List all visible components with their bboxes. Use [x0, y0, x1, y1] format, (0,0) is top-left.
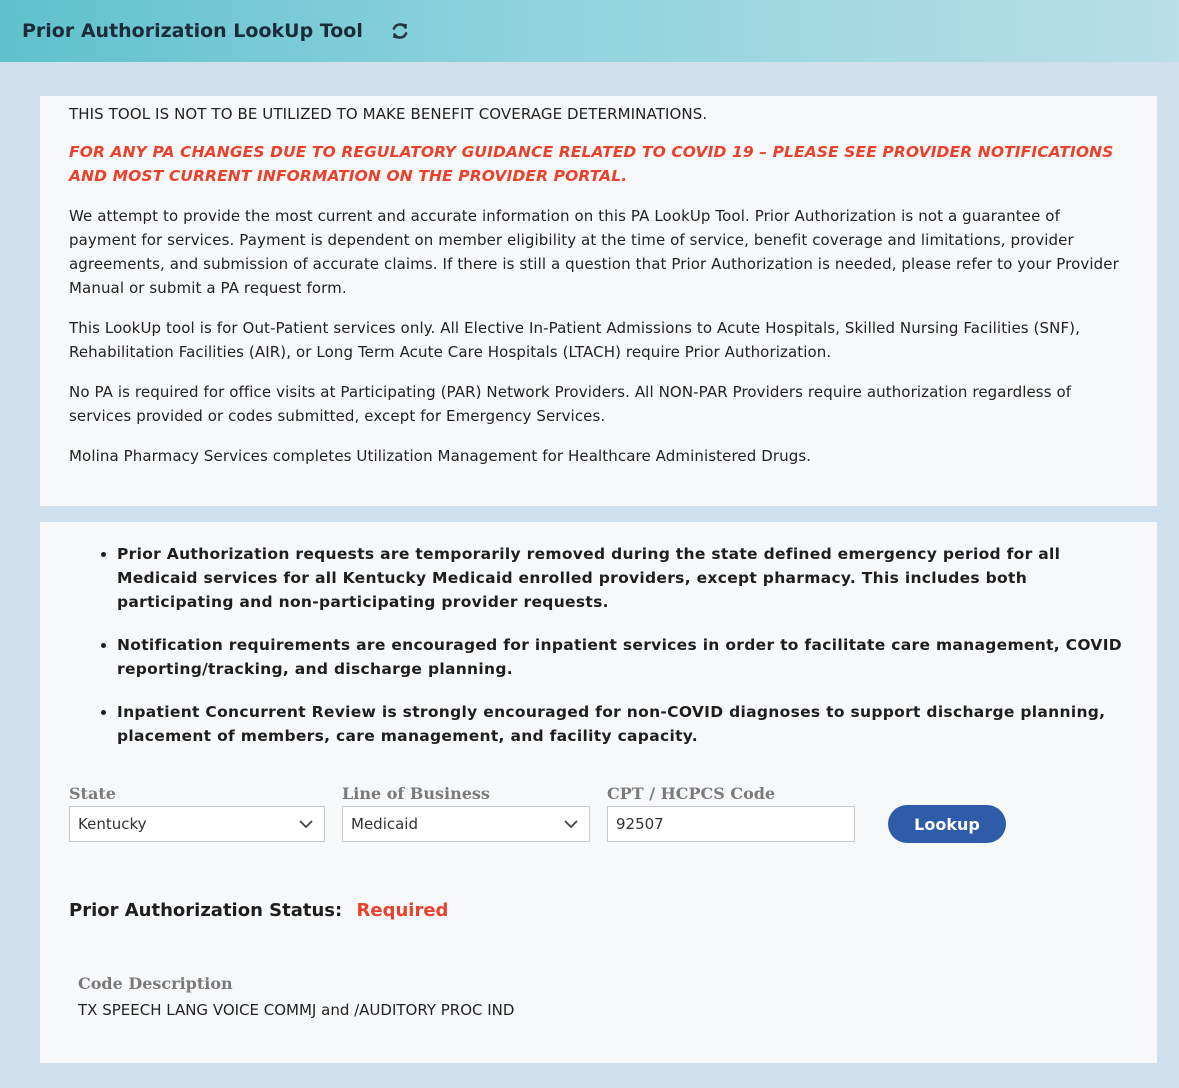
code-field: CPT / HCPCS Code 92507	[607, 784, 855, 842]
code-description-label: Code Description	[78, 974, 233, 993]
status-value: Required	[356, 900, 449, 921]
bullet-item: Notification requirements are encouraged…	[117, 633, 1128, 681]
disclaimer-paragraph: Molina Pharmacy Services completes Utili…	[69, 447, 812, 465]
state-value: Kentucky	[78, 815, 147, 833]
status-row: Prior Authorization Status: Required	[69, 900, 448, 921]
bullet-item: Prior Authorization requests are tempora…	[117, 542, 1128, 614]
status-label: Prior Authorization Status:	[69, 900, 343, 921]
state-label: State	[69, 784, 116, 803]
line-of-business-value: Medicaid	[351, 815, 418, 833]
chevron-down-icon	[564, 820, 578, 829]
code-description-block: Code Description TX SPEECH LANG VOICE CO…	[78, 974, 514, 1019]
lookup-button[interactable]: Lookup	[888, 805, 1006, 843]
code-description-value: TX SPEECH LANG VOICE COMMJ and /AUDITORY…	[78, 1001, 515, 1019]
lookup-panel: Prior Authorization requests are tempora…	[40, 522, 1157, 1063]
state-select[interactable]: Kentucky	[69, 806, 325, 842]
chevron-down-icon	[299, 820, 313, 829]
code-label: CPT / HCPCS Code	[607, 784, 776, 803]
disclaimer-paragraph: This LookUp tool is for Out-Patient serv…	[69, 319, 1080, 361]
bullet-item: Inpatient Concurrent Review is strongly …	[117, 700, 1128, 748]
lookup-form: State Kentucky Line of Business Medicaid…	[69, 784, 1129, 854]
code-input[interactable]: 92507	[607, 806, 855, 842]
covid-bullet-list: Prior Authorization requests are tempora…	[69, 542, 1128, 748]
refresh-icon[interactable]	[389, 20, 411, 42]
disclaimer-paragraph: No PA is required for office visits at P…	[69, 383, 1072, 425]
state-field: State Kentucky	[69, 784, 325, 842]
line-of-business-label: Line of Business	[342, 784, 490, 803]
line-of-business-select[interactable]: Medicaid	[342, 806, 590, 842]
code-input-value: 92507	[616, 815, 664, 833]
covid-notice: FOR ANY PA CHANGES DUE TO REGULATORY GUI…	[69, 143, 1114, 185]
disclaimer-panel: THIS TOOL IS NOT TO BE UTILIZED TO MAKE …	[40, 96, 1157, 506]
app-header: Prior Authorization LookUp Tool	[0, 0, 1179, 62]
page-title: Prior Authorization LookUp Tool	[22, 20, 363, 42]
line-of-business-field: Line of Business Medicaid	[342, 784, 590, 842]
disclaimer-paragraph: We attempt to provide the most current a…	[69, 207, 1119, 297]
disclaimer-notice: THIS TOOL IS NOT TO BE UTILIZED TO MAKE …	[69, 105, 708, 123]
